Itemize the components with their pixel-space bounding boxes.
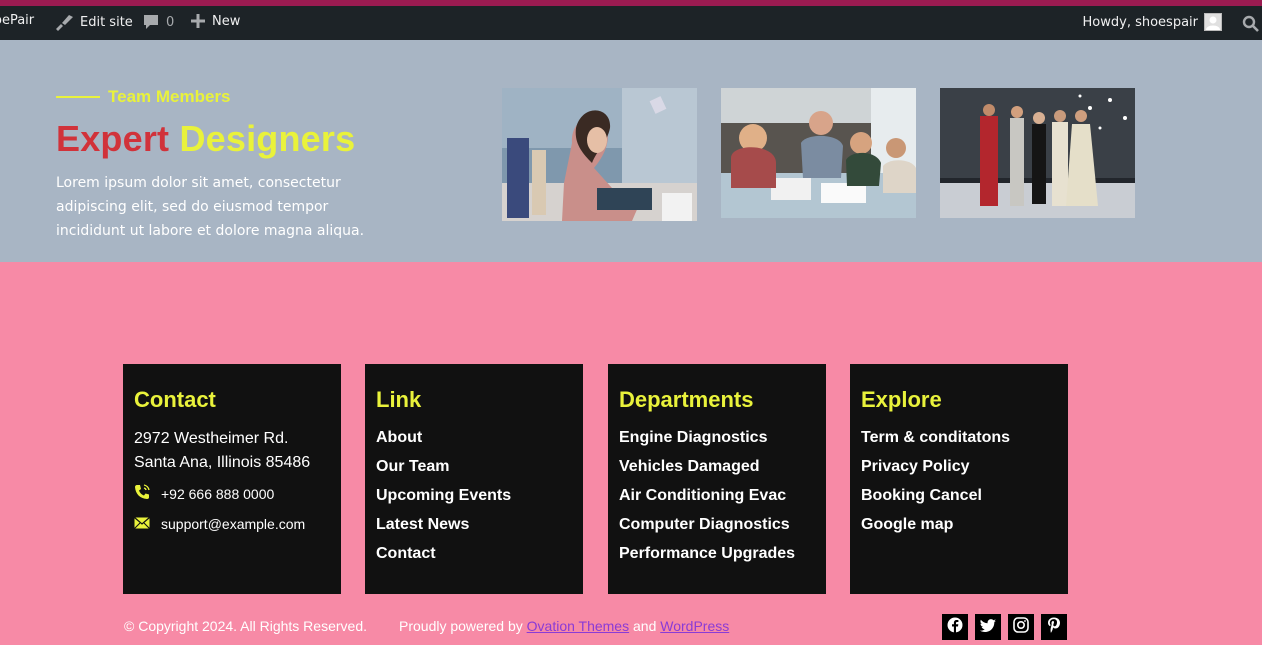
departments-heading: Departments	[619, 387, 754, 412]
team-section: Team Members Expert Designers Lorem ipsu…	[0, 40, 1262, 262]
contact-address: 2972 Westheimer Rd. Santa Ana, Illinois …	[134, 427, 330, 475]
wordpress-link[interactable]: WordPress	[660, 618, 729, 634]
site-name-link[interactable]: oePair	[0, 13, 34, 28]
and-text: and	[633, 618, 657, 634]
footer-link-upcoming-events[interactable]: Upcoming Events	[376, 486, 572, 515]
comment-icon	[142, 13, 160, 31]
team-kicker: Team Members	[56, 87, 231, 107]
team-photo-designer	[502, 88, 697, 221]
phone-icon	[134, 484, 150, 503]
facebook-button[interactable]	[942, 614, 968, 640]
footer-link-about[interactable]: About	[376, 428, 572, 457]
team-description: Lorem ipsum dolor sit amet, consectetur …	[56, 175, 365, 239]
facebook-icon	[947, 617, 963, 637]
address-line2: Santa Ana, Illinois 85486	[134, 454, 311, 471]
ovation-themes-link[interactable]: Ovation Themes	[527, 618, 629, 634]
department-vehicles-damaged[interactable]: Vehicles Damaged	[619, 457, 815, 486]
team-photo-runway	[940, 88, 1135, 218]
search-button[interactable]	[1242, 15, 1260, 33]
team-title-word1: Expert	[56, 118, 170, 159]
team-title-word2: Designers	[179, 118, 356, 159]
link-heading: Link	[376, 387, 422, 412]
account-menu[interactable]: Howdy, shoespair	[1083, 13, 1222, 31]
department-engine-diagnostics[interactable]: Engine Diagnostics	[619, 428, 815, 457]
explore-list: Term & conditatons Privacy Policy Bookin…	[861, 428, 1057, 544]
edit-site-label: Edit site	[80, 14, 133, 30]
team-title: Expert Designers	[56, 118, 355, 160]
departments-list: Engine Diagnostics Vehicles Damaged Air …	[619, 428, 815, 573]
footer-explore-box: Explore Term & conditatons Privacy Polic…	[850, 364, 1068, 594]
pinterest-icon	[1047, 617, 1061, 637]
comments-link[interactable]: 0	[142, 13, 174, 31]
pinterest-button[interactable]	[1041, 614, 1067, 640]
plus-icon	[190, 13, 206, 29]
explore-booking-cancel[interactable]: Booking Cancel	[861, 486, 1057, 515]
powered-prefix: Proudly powered by	[399, 618, 523, 634]
mail-icon	[134, 516, 150, 532]
twitter-icon	[980, 618, 996, 637]
copyright-text: © Copyright 2024. All Rights Reserved.	[124, 618, 367, 634]
footer-link-box: Link About Our Team Upcoming Events Late…	[365, 364, 583, 594]
kicker-label: Team Members	[108, 87, 231, 106]
explore-terms[interactable]: Term & conditatons	[861, 428, 1057, 457]
avatar	[1204, 13, 1222, 31]
footer-link-our-team[interactable]: Our Team	[376, 457, 572, 486]
new-label: New	[212, 13, 241, 29]
department-computer-diagnostics[interactable]: Computer Diagnostics	[619, 515, 815, 544]
instagram-button[interactable]	[1008, 614, 1034, 640]
search-icon	[1242, 15, 1260, 33]
site-name-label: oePair	[0, 13, 35, 28]
email-address: support@example.com	[161, 516, 306, 532]
footer-contact-box: Contact 2972 Westheimer Rd. Santa Ana, I…	[123, 364, 341, 594]
phone-number: +92 666 888 0000	[161, 485, 275, 502]
admin-bar: oePair Edit site 0 New Howdy, shoespair	[0, 0, 1262, 40]
explore-google-map[interactable]: Google map	[861, 515, 1057, 544]
team-photo-workshop	[721, 88, 916, 218]
instagram-icon	[1013, 617, 1029, 637]
footer-link-contact[interactable]: Contact	[376, 544, 572, 573]
new-content-button[interactable]: New	[190, 13, 240, 29]
link-list: About Our Team Upcoming Events Latest Ne…	[376, 428, 572, 573]
edit-brush-icon	[54, 13, 74, 31]
kicker-line	[56, 96, 100, 98]
contact-phone[interactable]: +92 666 888 0000	[134, 484, 330, 503]
powered-by: Proudly powered by Ovation Themes and Wo…	[399, 618, 729, 634]
contact-email[interactable]: support@example.com	[134, 516, 330, 532]
explore-heading: Explore	[861, 387, 942, 412]
footer-departments-box: Departments Engine Diagnostics Vehicles …	[608, 364, 826, 594]
address-line1: 2972 Westheimer Rd.	[134, 430, 289, 447]
comments-count: 0	[166, 14, 175, 30]
contact-heading: Contact	[134, 387, 216, 412]
explore-privacy-policy[interactable]: Privacy Policy	[861, 457, 1057, 486]
howdy-label: Howdy, shoespair	[1082, 14, 1198, 30]
edit-site-button[interactable]: Edit site	[54, 13, 133, 31]
department-performance-upgrades[interactable]: Performance Upgrades	[619, 544, 815, 573]
department-air-conditioning[interactable]: Air Conditioning Evac	[619, 486, 815, 515]
twitter-button[interactable]	[975, 614, 1001, 640]
footer-link-latest-news[interactable]: Latest News	[376, 515, 572, 544]
